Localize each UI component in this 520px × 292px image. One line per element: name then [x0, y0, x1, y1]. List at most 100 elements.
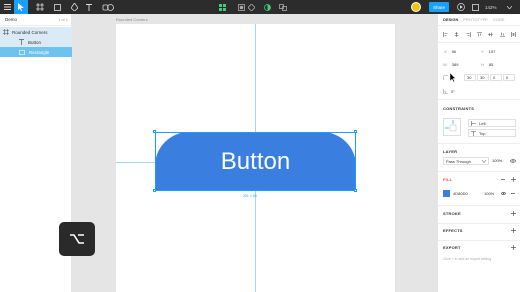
export-hint: Click + to add an export setting — [443, 257, 492, 261]
constraints-widget[interactable] — [443, 118, 461, 136]
chevron-down-icon[interactable] — [505, 0, 513, 14]
x-value[interactable]: 96 — [452, 49, 456, 54]
vertical-constraint-icon — [471, 130, 476, 136]
y-field[interactable]: Y 157 — [481, 48, 517, 55]
frame-label[interactable]: Rounded Corners — [116, 17, 148, 22]
rotation-icon — [443, 89, 448, 94]
comment-tool-icon[interactable] — [103, 0, 117, 14]
move-tool-icon[interactable] — [14, 0, 28, 14]
frame-icon — [3, 29, 9, 35]
blend-mode-value: Pass Through — [446, 158, 471, 164]
share-button[interactable]: Share — [429, 2, 449, 12]
w-value[interactable]: 389 — [452, 62, 459, 67]
group-icon[interactable] — [278, 0, 288, 14]
effects-title: EFFECTS — [443, 228, 463, 233]
radius-top-left[interactable]: 30 — [464, 74, 476, 81]
resize-handle-bl[interactable] — [153, 189, 156, 192]
w-label: W — [443, 62, 447, 67]
app-window: Share 142% Demo 1 of 1 Rounded Corners B… — [0, 0, 520, 292]
fill-swatch[interactable] — [443, 190, 450, 197]
guide-horizontal — [116, 162, 155, 163]
align-left-icon[interactable] — [443, 32, 448, 37]
layer-opacity[interactable]: 100% — [492, 157, 506, 164]
eye-icon[interactable] — [510, 159, 516, 163]
chevron-down-icon — [482, 159, 486, 163]
page-indicator[interactable]: 1 of 1 — [58, 17, 68, 22]
constraint-horizontal-select[interactable]: Left — [468, 119, 516, 127]
fill-opacity[interactable]: 100% — [484, 190, 498, 197]
w-field[interactable]: W 389 — [443, 61, 479, 68]
divider — [438, 223, 520, 224]
size-label: 201 × 59 — [243, 194, 257, 198]
frame-tool-icon[interactable] — [33, 0, 47, 14]
align-center-v-icon[interactable] — [488, 32, 494, 37]
fill-hex[interactable]: 4D80D0 — [453, 190, 477, 197]
pen-tool-icon[interactable] — [67, 0, 81, 14]
user-avatar[interactable] — [411, 2, 421, 12]
resize-handle-tr[interactable] — [354, 130, 357, 133]
layer-item-rectangle[interactable]: Rectangle — [0, 47, 72, 57]
tab-prototype[interactable]: PROTOTYPE — [463, 17, 488, 22]
h-value[interactable]: 85 — [489, 62, 493, 67]
plus-icon[interactable] — [511, 211, 516, 216]
fill-title: FILL — [443, 177, 453, 182]
x-label: X — [444, 49, 447, 54]
align-right-icon[interactable] — [466, 32, 471, 37]
y-label: Y — [481, 49, 484, 54]
play-icon[interactable] — [455, 0, 467, 14]
x-field[interactable]: X 96 — [443, 48, 479, 55]
tab-code[interactable]: CODE — [493, 17, 505, 22]
constraint-vertical-select[interactable]: Top — [468, 129, 516, 137]
align-top-icon[interactable] — [476, 32, 482, 37]
layer-label: Button — [28, 39, 42, 45]
layers-header: Demo 1 of 1 — [0, 14, 72, 26]
rectangle-tool-icon[interactable] — [50, 0, 64, 14]
rotation-value[interactable]: 0° — [451, 88, 467, 95]
constraint-vertical-value: Top — [479, 130, 486, 136]
layer-item-rounded-corners[interactable]: Rounded Corners — [0, 27, 72, 37]
h-field[interactable]: H 85 — [481, 61, 517, 68]
y-value[interactable]: 157 — [489, 49, 496, 54]
h-label: H — [481, 62, 484, 67]
divider — [438, 99, 520, 100]
contrast-icon[interactable] — [262, 0, 272, 14]
radius-top-right[interactable]: 30 — [477, 74, 489, 81]
zoom-level[interactable]: 142% — [485, 0, 497, 14]
menu-icon[interactable] — [0, 0, 14, 14]
divider — [438, 42, 520, 43]
minus-icon[interactable] — [501, 179, 505, 180]
layer-title: LAYER — [443, 149, 458, 154]
panel-tabs: DESIGN PROTOTYPE CODE — [438, 14, 520, 26]
align-center-h-icon[interactable] — [454, 32, 459, 37]
tab-design[interactable]: DESIGN — [443, 17, 458, 22]
plus-icon[interactable] — [511, 177, 516, 182]
distribute-icon[interactable] — [511, 32, 516, 37]
plus-icon[interactable] — [511, 228, 516, 233]
layer-item-button[interactable]: Button — [0, 37, 72, 47]
align-bottom-icon[interactable] — [499, 32, 505, 37]
align-toolbar — [443, 32, 516, 38]
selection-outline — [155, 132, 356, 191]
canvas[interactable]: Rounded Corners Button 201 × 59 — [73, 14, 437, 292]
file-name[interactable]: Demo — [5, 17, 17, 22]
layer-label: Rounded Corners — [12, 29, 48, 35]
horizontal-constraint-icon — [471, 120, 476, 126]
option-key-icon — [59, 222, 95, 256]
plus-icon[interactable] — [511, 245, 516, 250]
export-title: EXPORT — [443, 245, 461, 250]
mask-icon[interactable] — [236, 0, 246, 14]
corner-radius-icon — [443, 75, 448, 80]
radius-bottom-right[interactable]: 0 — [490, 74, 502, 81]
component-icon[interactable] — [217, 0, 227, 14]
radius-bottom-left[interactable]: 0 — [503, 74, 515, 81]
constraint-horizontal-value: Left — [479, 120, 486, 126]
text-tool-icon[interactable] — [84, 0, 94, 14]
eye-icon[interactable] — [501, 191, 506, 196]
remove-fill-icon[interactable] — [511, 193, 515, 194]
cursor-icon — [450, 73, 456, 82]
resize-handle-tl[interactable] — [153, 130, 156, 133]
library-icon[interactable] — [470, 0, 480, 14]
boolean-icon[interactable] — [246, 0, 256, 14]
blend-mode-select[interactable]: Pass Through — [443, 157, 489, 165]
resize-handle-br[interactable] — [354, 189, 357, 192]
